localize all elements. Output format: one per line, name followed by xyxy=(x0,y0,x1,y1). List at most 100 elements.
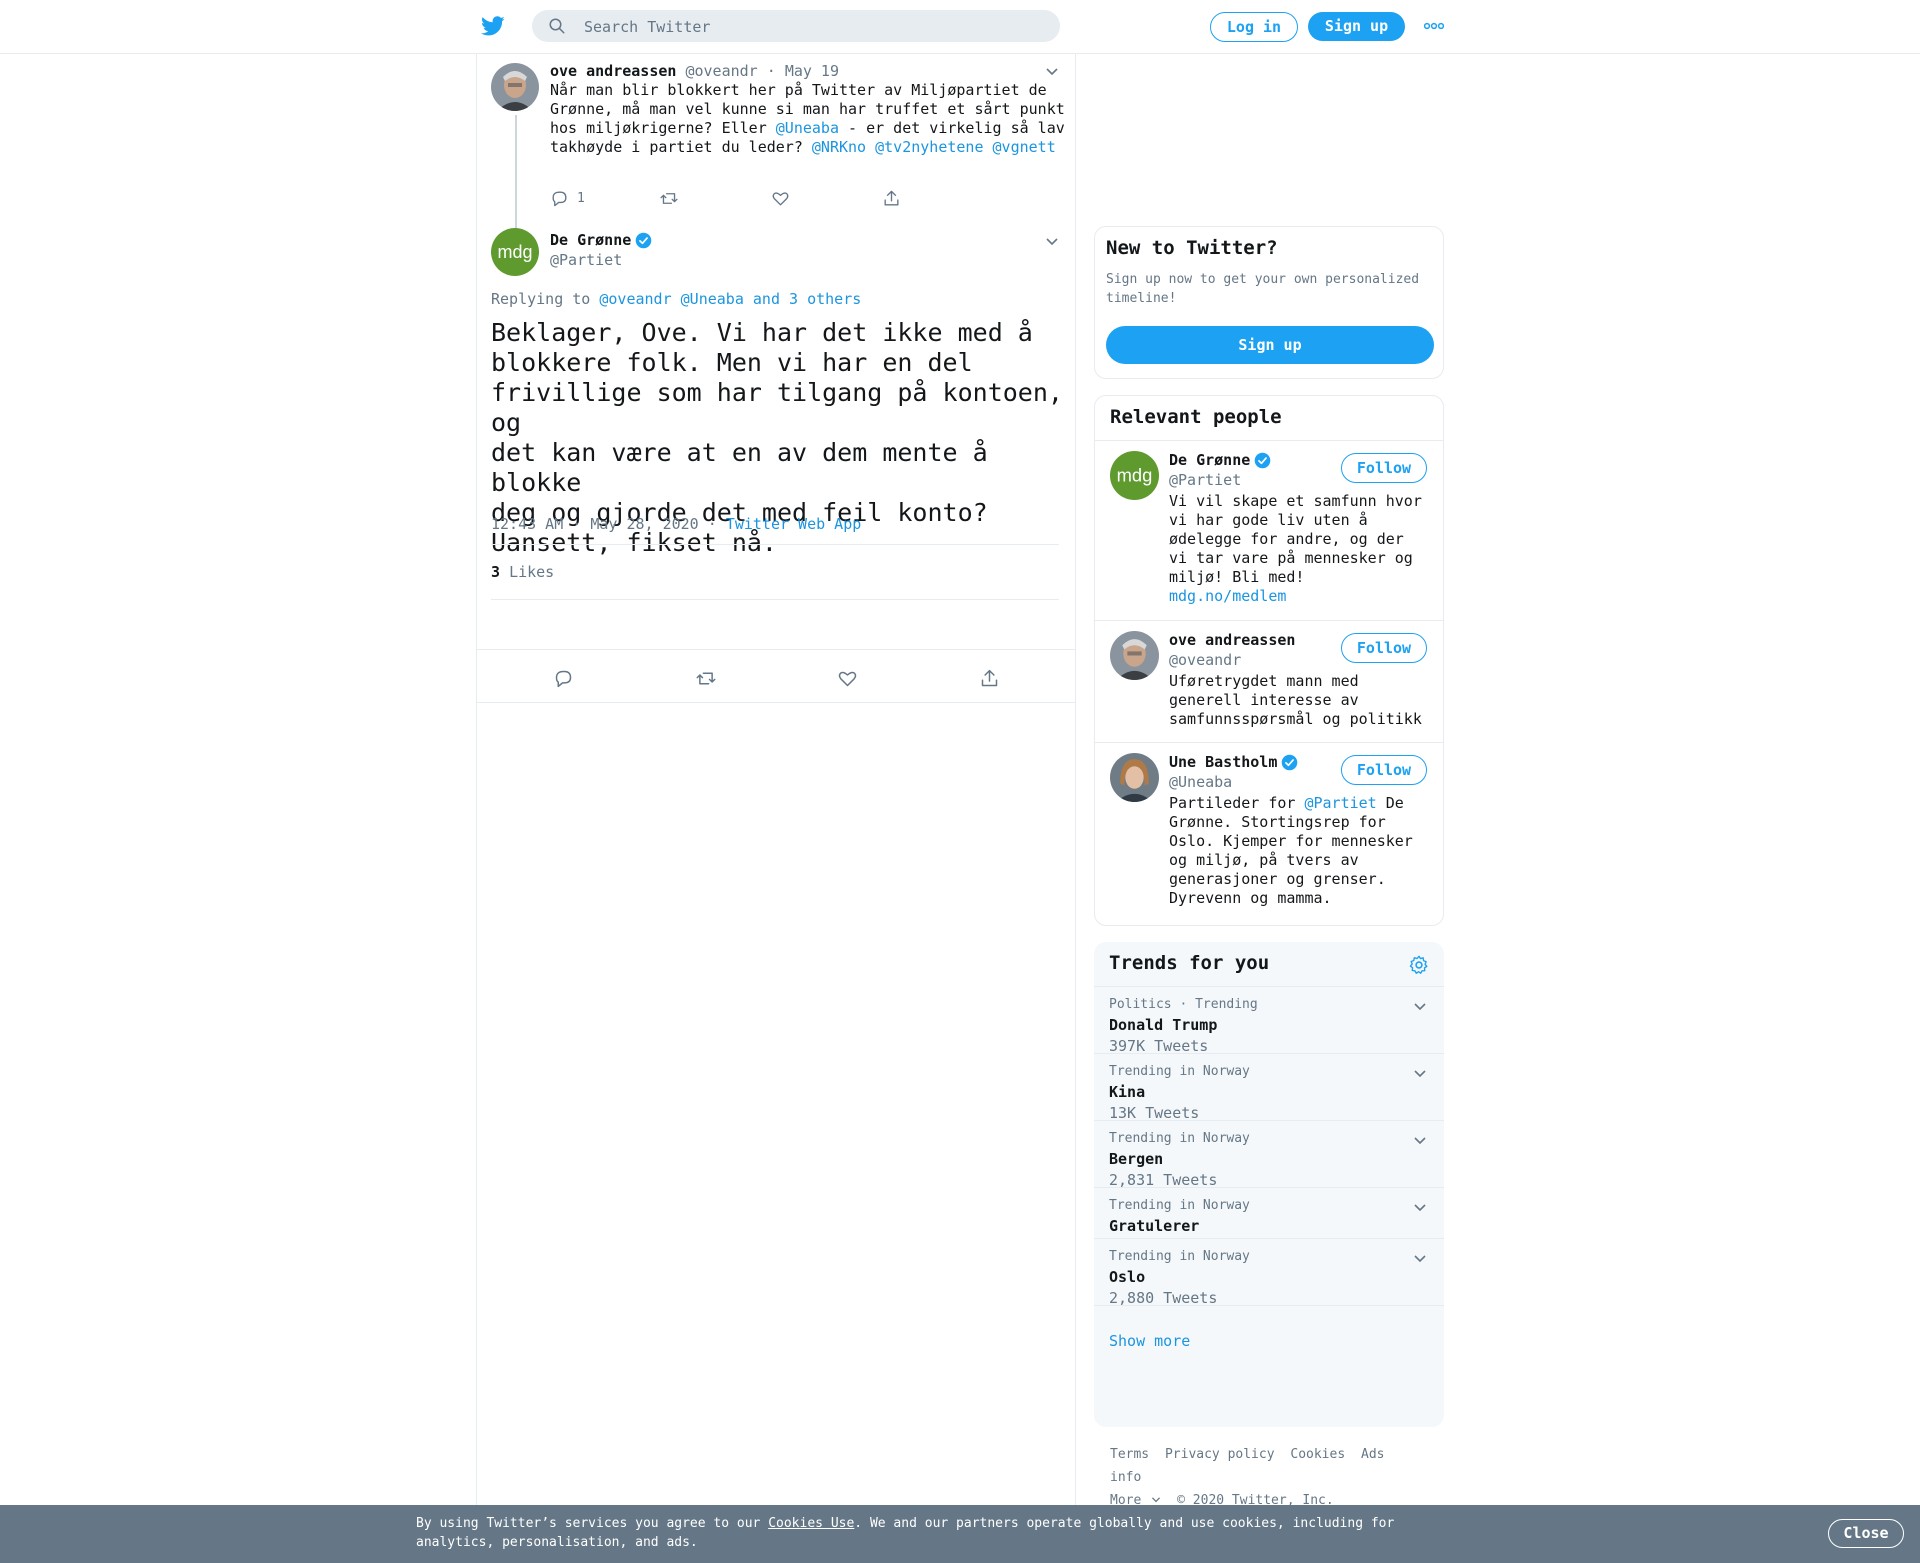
tweet2-author-name[interactable]: De Grønne xyxy=(550,231,631,249)
follow-button[interactable]: Follow xyxy=(1341,633,1427,663)
follow-button[interactable]: Follow xyxy=(1341,453,1427,483)
tweet2-timestamp[interactable]: 12:43 AM · May 28, 2020 xyxy=(491,515,699,533)
cookies-use-link[interactable]: Cookies Use xyxy=(768,1516,854,1531)
relevant-people-card: Relevant people mdg De Grønne @Partiet F… xyxy=(1094,395,1444,926)
tweet2-retweet-button[interactable] xyxy=(695,668,717,688)
tweet2-action-bar xyxy=(477,653,1075,703)
tweet1-reply-button[interactable]: 1 xyxy=(550,188,585,208)
avatar-partiet[interactable]: mdg xyxy=(1110,451,1159,500)
trend-name[interactable]: Gratulerer xyxy=(1109,1217,1199,1235)
tweet2-chevron-down-icon[interactable] xyxy=(1045,237,1059,247)
mdg-logo-avatar: mdg xyxy=(491,228,539,276)
trend-name[interactable]: Bergen xyxy=(1109,1150,1163,1168)
avatar-uneaba[interactable] xyxy=(1110,753,1159,802)
chevron-down-icon[interactable] xyxy=(1413,1136,1427,1146)
main-column: ove andreassen @oveandr · May 19 Når man… xyxy=(476,53,1076,1505)
mention-link[interactable]: @NRKno xyxy=(812,138,866,156)
tweet2-meta: 12:43 AM · May 28, 2020 · Twitter Web Ap… xyxy=(491,515,861,533)
divider xyxy=(491,599,1059,600)
search-box[interactable] xyxy=(532,10,1060,44)
tweet1-date[interactable]: May 19 xyxy=(785,62,839,80)
mention-link[interactable]: @Uneaba xyxy=(776,119,839,137)
divider xyxy=(477,649,1075,650)
person-card[interactable]: mdg De Grønne @Partiet Follow Vi vil ska… xyxy=(1095,441,1443,620)
tweet1-header: ove andreassen @oveandr · May 19 xyxy=(550,62,839,80)
tweet2-author-name-row[interactable]: De Grønne xyxy=(550,231,652,249)
trend-name[interactable]: Oslo xyxy=(1109,1268,1145,1286)
person-bio: Vi vil skape et samfunn hvor vi har gode… xyxy=(1169,492,1429,606)
tweet2-likes-stat[interactable]: 3 Likes xyxy=(491,563,554,581)
more-options-icon[interactable] xyxy=(1424,19,1444,33)
tweet1-retweet-button[interactable] xyxy=(659,188,679,208)
gear-icon[interactable] xyxy=(1408,954,1430,976)
svg-text:mdg: mdg xyxy=(1117,465,1153,486)
retweet-icon xyxy=(696,672,716,684)
cookie-banner-text: By using Twitter’s services you agree to… xyxy=(416,1514,1416,1552)
person-name-row[interactable]: Une Bastholm xyxy=(1169,753,1298,771)
footer-privacy-link[interactable]: Privacy policy xyxy=(1165,1447,1275,1462)
chevron-down-icon[interactable] xyxy=(1413,1203,1427,1213)
tweet1-share-button[interactable] xyxy=(882,188,901,208)
tweet1-author-handle[interactable]: @oveandr xyxy=(685,62,757,80)
replying-to-line: Replying to @oveandr @Uneaba and 3 other… xyxy=(491,290,861,308)
heart-icon xyxy=(838,671,857,686)
person-bio-text: Vi vil skape et samfunn hvor vi har gode… xyxy=(1169,492,1422,586)
person-handle[interactable]: @Partiet xyxy=(1169,471,1241,489)
tweet1-like-button[interactable] xyxy=(771,188,790,208)
trend-meta: Trending in Norway xyxy=(1109,1198,1250,1213)
tweet2-author-handle[interactable]: @Partiet xyxy=(550,251,622,269)
chevron-down-icon[interactable] xyxy=(1413,1002,1427,1012)
tweet1-author-name[interactable]: ove andreassen xyxy=(550,62,676,80)
replying-to-link[interactable]: @oveandr @Uneaba and 3 others xyxy=(599,290,861,308)
new-to-twitter-subtitle: Sign up now to get your own personalized… xyxy=(1106,272,1420,306)
cookie-close-button[interactable]: Close xyxy=(1828,1519,1904,1548)
tweet2-share-button[interactable] xyxy=(979,668,1000,688)
mention-link[interactable]: @tv2nyhetene xyxy=(875,138,983,156)
follow-button[interactable]: Follow xyxy=(1341,755,1427,785)
tweet2-like-button[interactable] xyxy=(837,668,858,688)
mention-link[interactable]: @vgnett xyxy=(993,138,1056,156)
person-name[interactable]: Une Bastholm xyxy=(1169,753,1277,771)
twitter-bird-icon[interactable] xyxy=(480,14,506,38)
signup-button[interactable]: Sign up xyxy=(1308,12,1405,41)
person-card[interactable]: Une Bastholm @Uneaba Follow Partileder f… xyxy=(1095,743,1443,925)
reply-icon xyxy=(552,190,567,206)
footer-cookies-link[interactable]: Cookies xyxy=(1290,1447,1345,1462)
share-icon xyxy=(981,669,998,686)
tweet2-source[interactable]: Twitter Web App xyxy=(726,515,861,533)
replying-to-label: Replying to xyxy=(491,290,591,308)
tweet2-reply-button[interactable] xyxy=(553,668,574,688)
chevron-down-icon[interactable] xyxy=(1413,1254,1427,1264)
divider xyxy=(1094,1305,1444,1306)
verified-badge-icon xyxy=(635,232,652,248)
person-bio-mention[interactable]: @Partiet xyxy=(1304,794,1376,812)
trend-item[interactable]: Trending in Norway Oslo 2,880 Tweets xyxy=(1094,1238,1444,1307)
person-card[interactable]: ove andreassen @oveandr Follow Uføretryg… xyxy=(1095,621,1443,742)
person-handle[interactable]: @oveandr xyxy=(1169,651,1241,669)
person-handle[interactable]: @Uneaba xyxy=(1169,773,1232,791)
trend-name[interactable]: Kina xyxy=(1109,1083,1145,1101)
search-input[interactable] xyxy=(582,10,1046,44)
relevant-people-title: Relevant people xyxy=(1110,406,1282,428)
person-bio-link[interactable]: mdg.no/medlem xyxy=(1169,587,1286,605)
avatar-oveandr[interactable] xyxy=(491,63,539,111)
footer-terms-link[interactable]: Terms xyxy=(1110,1447,1149,1462)
person-name-row[interactable]: ove andreassen xyxy=(1169,631,1295,649)
show-more-link[interactable]: Show more xyxy=(1109,1332,1190,1350)
person-name[interactable]: ove andreassen xyxy=(1169,631,1295,649)
avatar-oveandr[interactable] xyxy=(1110,631,1159,680)
chevron-down-icon[interactable] xyxy=(1413,1069,1427,1079)
trend-name[interactable]: Donald Trump xyxy=(1109,1016,1217,1034)
tweet1-chevron-down-icon[interactable] xyxy=(1045,67,1059,77)
avatar-photo-uneaba xyxy=(1110,753,1159,802)
person-name[interactable]: De Grønne xyxy=(1169,451,1250,469)
person-name-row[interactable]: De Grønne xyxy=(1169,451,1271,469)
trend-item[interactable]: Trending in Norway Bergen 2,831 Tweets xyxy=(1094,1120,1444,1189)
trend-item[interactable]: Trending in Norway Kina 13K Tweets xyxy=(1094,1053,1444,1122)
trend-item[interactable]: Politics · Trending Donald Trump 397K Tw… xyxy=(1094,986,1444,1055)
avatar-partiet[interactable]: mdg xyxy=(491,228,539,276)
trend-item[interactable]: Trending in Norway Gratulerer xyxy=(1094,1187,1444,1239)
tweet1-action-bar: 1 xyxy=(550,188,1030,208)
login-button[interactable]: Log in xyxy=(1210,12,1298,42)
sidebar-signup-button[interactable]: Sign up xyxy=(1106,326,1434,364)
